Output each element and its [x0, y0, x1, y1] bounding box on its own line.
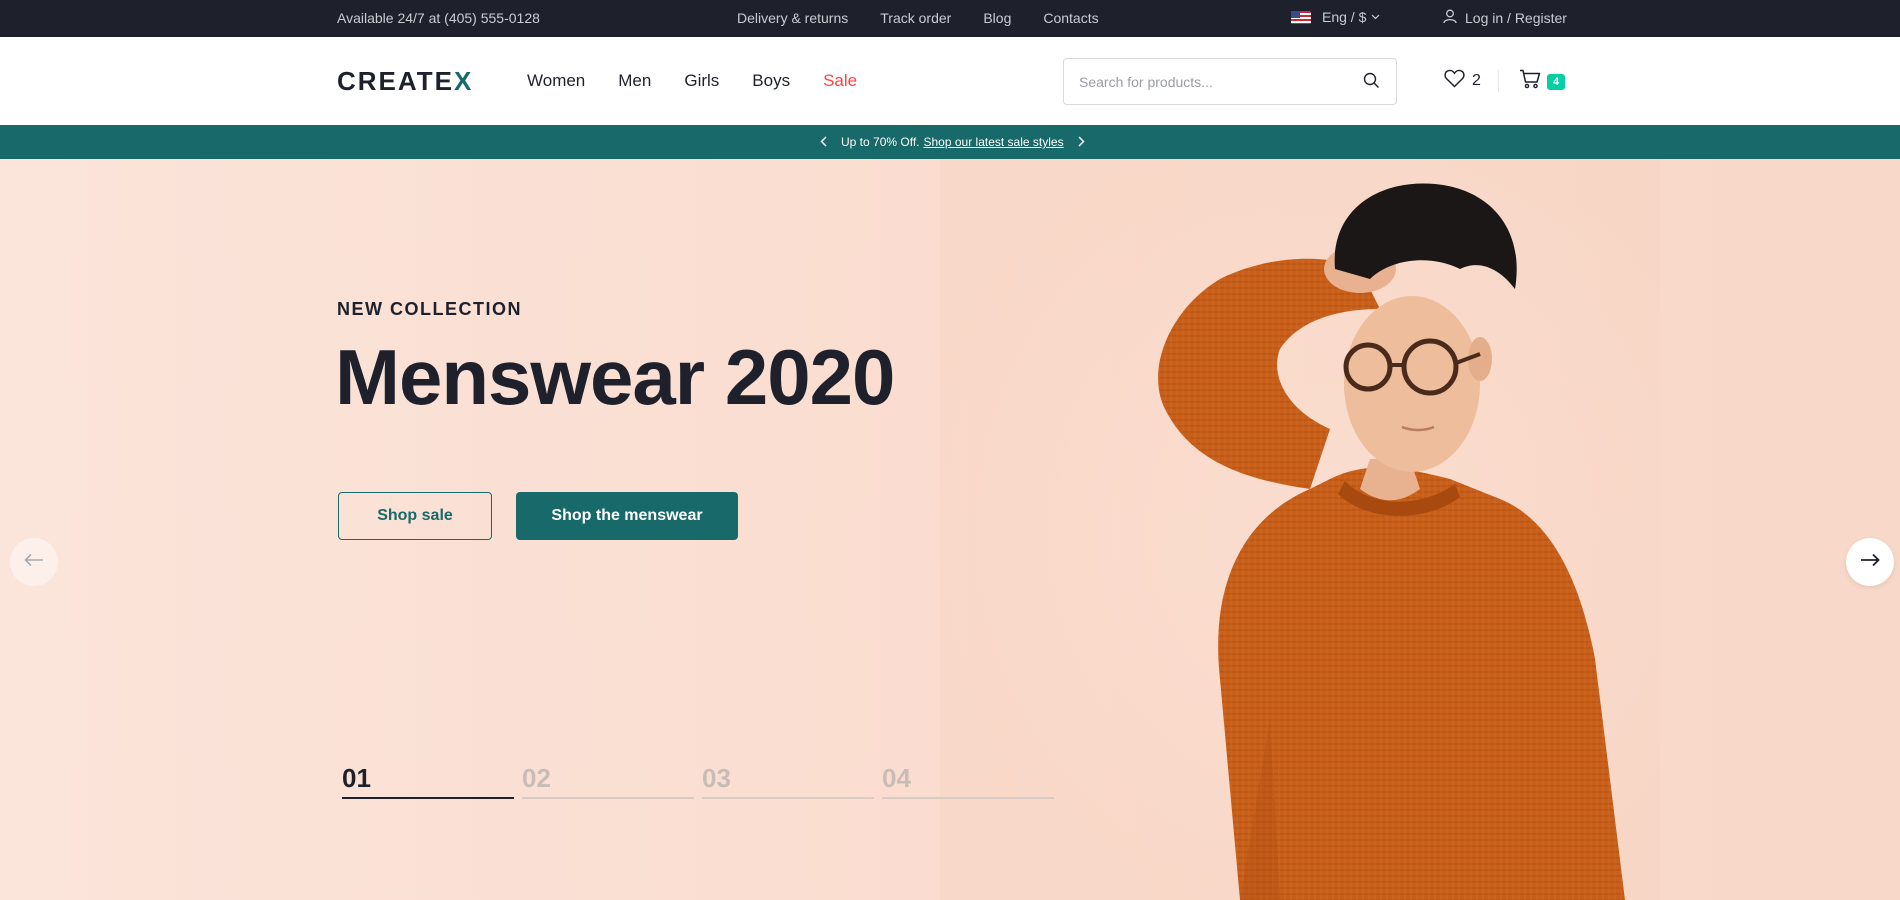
hero-eyebrow: NEW COLLECTION — [337, 299, 522, 319]
slide-indicator-04[interactable]: 04 — [882, 763, 1054, 799]
nav-men[interactable]: Men — [618, 71, 651, 91]
createx-logo[interactable]: CREATE X — [337, 66, 473, 97]
search-box — [1063, 58, 1397, 105]
cart-icon — [1519, 69, 1541, 94]
promo-next-arrow-icon[interactable] — [1078, 134, 1085, 150]
main-header: CREATEX Women Men Girls Boys Sale 2 4 — [0, 37, 1900, 125]
carousel-next-button[interactable] — [1846, 538, 1894, 586]
slide-indicator-03[interactable]: 03 — [702, 763, 874, 799]
promo-link[interactable]: Shop our latest sale styles — [924, 135, 1064, 149]
logo-text: CREATE — [337, 66, 454, 96]
search-input[interactable] — [1064, 59, 1344, 104]
link-delivery-returns[interactable]: Delivery & returns — [737, 10, 848, 26]
slide-indicator-01[interactable]: 01 — [342, 763, 514, 799]
search-icon[interactable] — [1363, 72, 1380, 94]
hero-banner: NEW COLLECTION Menswear 2020 Shop sale S… — [0, 159, 1900, 900]
support-phone: Available 24/7 at (405) 555-0128 — [337, 10, 540, 26]
slide-number: 04 — [882, 763, 911, 793]
nav-sale[interactable]: Sale — [823, 71, 857, 91]
slide-indicators: 01 02 03 04 — [342, 763, 1054, 799]
hero-title: Menswear 2020 — [335, 333, 895, 421]
promo-content: Up to 70% Off. Shop our latest sale styl… — [820, 134, 1085, 150]
user-icon — [1443, 9, 1457, 27]
arrow-left-icon — [24, 553, 44, 572]
slide-number: 02 — [522, 763, 551, 793]
wishlist-button[interactable]: 2 — [1444, 69, 1481, 93]
login-register-link[interactable]: Log in / Register — [1443, 9, 1567, 27]
carousel-prev-button[interactable] — [10, 538, 58, 586]
us-flag-icon — [1291, 10, 1311, 24]
top-links: Delivery & returns Track order Blog Cont… — [737, 10, 1099, 26]
nav-boys[interactable]: Boys — [752, 71, 790, 91]
nav-women[interactable]: Women — [527, 71, 585, 91]
cart-button[interactable]: 4 — [1519, 69, 1566, 94]
language-label: Eng / $ — [1322, 9, 1367, 25]
promo-bar: Up to 70% Off. Shop our latest sale styl… — [0, 125, 1900, 159]
slide-number: 01 — [342, 763, 371, 793]
slide-progress-bar — [342, 797, 514, 799]
header-divider — [1498, 70, 1499, 92]
promo-text: Up to 70% Off. — [841, 135, 920, 149]
slide-progress-bar — [882, 797, 1054, 799]
promo-text-group: Up to 70% Off. Shop our latest sale styl… — [841, 135, 1064, 149]
link-blog[interactable]: Blog — [983, 10, 1011, 26]
heart-icon — [1444, 69, 1465, 93]
nav-girls[interactable]: Girls — [684, 71, 719, 91]
main-nav: Women Men Girls Boys Sale — [527, 71, 890, 91]
login-label: Log in / Register — [1465, 10, 1567, 26]
wishlist-count: 2 — [1472, 72, 1481, 89]
top-bar: Available 24/7 at (405) 555-0128 Deliver… — [0, 0, 1900, 37]
slide-progress-bar — [522, 797, 694, 799]
logo-accent: X — [453, 66, 474, 96]
shop-menswear-button[interactable]: Shop the menswear — [516, 492, 738, 540]
chevron-down-icon — [1371, 12, 1380, 23]
slide-progress-bar — [702, 797, 874, 799]
language-currency-selector[interactable]: Eng / $ — [1291, 9, 1380, 25]
shop-sale-button[interactable]: Shop sale — [338, 492, 492, 540]
slide-indicator-02[interactable]: 02 — [522, 763, 694, 799]
link-contacts[interactable]: Contacts — [1043, 10, 1098, 26]
promo-prev-arrow-icon[interactable] — [820, 134, 827, 150]
arrow-right-icon — [1860, 553, 1880, 572]
link-track-order[interactable]: Track order — [880, 10, 951, 26]
slide-number: 03 — [702, 763, 731, 793]
cart-count-badge: 4 — [1547, 73, 1566, 90]
